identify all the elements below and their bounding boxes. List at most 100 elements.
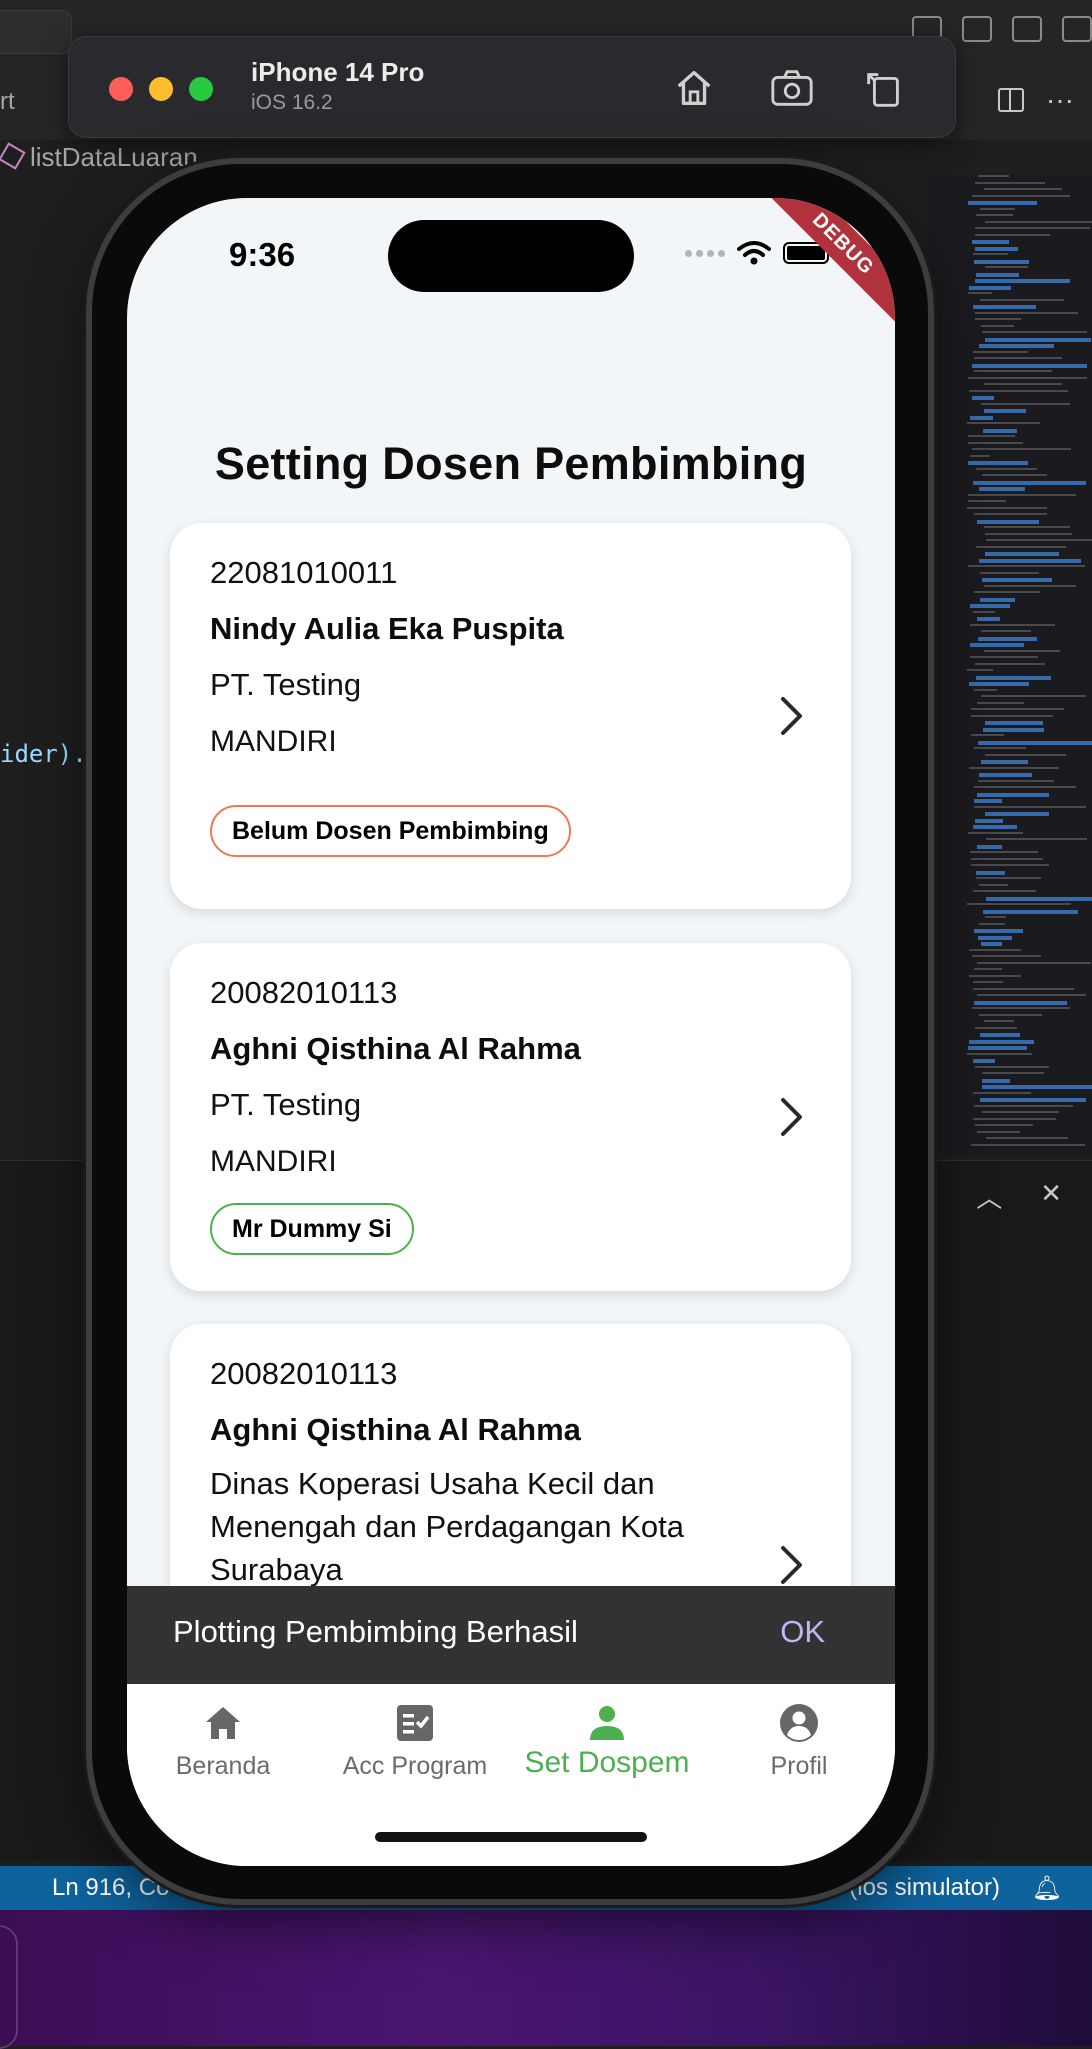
window-zoom-button[interactable] (189, 77, 213, 101)
nav-item-beranda[interactable]: Beranda (127, 1702, 319, 1781)
advisor-name-chip: Mr Dummy Si (210, 1203, 414, 1255)
chevron-right-icon[interactable] (779, 1544, 805, 1586)
layout-split-icon[interactable] (1012, 16, 1042, 42)
minimap-code-line (975, 233, 1050, 236)
split-editor-icon[interactable] (998, 88, 1025, 112)
chevron-right-icon[interactable] (779, 695, 805, 737)
minimap-code-line (985, 337, 1091, 342)
minimap-code-line (981, 402, 1070, 405)
minimap-code-line (969, 974, 1021, 977)
student-company: PT. Testing (210, 667, 362, 702)
minimap-code-line (973, 1091, 1031, 1094)
minimap-code-line (967, 669, 993, 671)
minimap-code-line (982, 474, 1047, 476)
nav-label: Acc Program (342, 1752, 488, 1780)
panel-tools: ≡ ︿ ✕ (923, 1178, 1062, 1215)
more-actions-icon[interactable]: ··· (1046, 84, 1074, 116)
status-target-device[interactable]: (ios simulator) (849, 1874, 1000, 1902)
notification-bell-icon[interactable]: 🔔︎ (1032, 1874, 1062, 1903)
cellular-signal-icon (685, 249, 725, 257)
minimap-code-line (979, 558, 1081, 563)
minimap-code-line (968, 1046, 1027, 1050)
minimap-code-line (973, 981, 1003, 983)
minimap-code-line (977, 701, 1024, 704)
minimap-code-line (972, 448, 1071, 450)
window-close-button[interactable] (109, 77, 133, 101)
snackbar-ok-button[interactable]: OK (780, 1614, 825, 1650)
ide-editor-actions: ··· (998, 84, 1074, 116)
window-minimize-button[interactable] (149, 77, 173, 101)
advisor-status-chip: Belum Dosen Pembimbing (210, 805, 571, 857)
person-icon (586, 1702, 628, 1744)
nav-item-profil[interactable]: Profil (703, 1702, 895, 1781)
minimap-code-line (968, 376, 1087, 379)
minimap-code-line (981, 942, 1002, 946)
minimap-code-line (977, 519, 1039, 524)
minimap-code-line (980, 571, 1039, 574)
home-button-icon[interactable] (671, 65, 717, 111)
close-panel-icon[interactable]: ✕ (1040, 1178, 1062, 1215)
device-name: iPhone 14 Pro (251, 57, 425, 87)
minimap-code-line (970, 643, 1024, 647)
ide-minimap[interactable] (927, 175, 1092, 1155)
minimap-code-line (968, 461, 1028, 465)
nav-item-acc-program[interactable]: Acc Program (319, 1702, 511, 1781)
minimap-code-line (968, 500, 1006, 502)
symbol-icon (0, 142, 26, 170)
minimap-code-line (974, 688, 997, 691)
student-card[interactable]: 22081010011 Nindy Aulia Eka Puspita PT. … (170, 523, 851, 909)
checklist-icon (394, 1702, 436, 1744)
chevron-up-icon[interactable]: ︿ (976, 1178, 1002, 1215)
minimap-code-line (974, 1104, 1073, 1107)
layout-panel-icon[interactable] (962, 16, 992, 42)
minimap-code-line (973, 987, 1074, 990)
minimap-code-line (968, 831, 1023, 834)
minimap-code-line (975, 318, 1021, 320)
minimap-code-line (985, 753, 1066, 756)
minimap-code-line (982, 1111, 1059, 1113)
minimap-code-line (986, 838, 1087, 840)
minimap-code-line (973, 253, 1008, 255)
layout-custom-icon[interactable] (1062, 16, 1092, 42)
minimap-code-line (974, 357, 1062, 359)
minimap-code-line (977, 792, 1049, 797)
minimap-code-line (970, 623, 1055, 626)
minimap-code-line (971, 714, 1053, 717)
status-line-column[interactable]: Ln 916, Co (52, 1874, 169, 1902)
minimap-code-line (979, 344, 1054, 348)
nav-item-set-dospem[interactable]: Set Dospem (511, 1702, 703, 1780)
minimap-code-line (977, 961, 1091, 964)
minimap-code-line (972, 1007, 1070, 1009)
minimap-code-line (976, 214, 1013, 216)
home-icon (202, 1702, 244, 1744)
minimap-code-line (977, 1130, 1020, 1133)
minimap-code-line (986, 1137, 1068, 1139)
student-card[interactable]: 20082010113 Aghni Qisthina Al Rahma PT. … (170, 943, 851, 1291)
minimap-code-line (984, 584, 1076, 587)
student-company: Dinas Koperasi Usaha Kecil dan Menengah … (210, 1466, 685, 1587)
minimap-code-line (979, 883, 1008, 886)
screenshot-camera-icon[interactable] (769, 65, 815, 111)
minimap-code-line (973, 480, 1086, 485)
ide-tab-fragment[interactable]: rt (0, 88, 15, 116)
minimap-code-line (984, 409, 1026, 413)
minimap-code-line (981, 630, 1031, 632)
minimap-code-line (977, 994, 1086, 996)
nav-label: Set Dospem (524, 1746, 690, 1779)
ide-breadcrumb[interactable]: listDataLuaran (0, 142, 198, 173)
minimap-code-line (978, 636, 1037, 641)
student-name: Aghni Qisthina Al Rahma (210, 1031, 581, 1066)
student-name: Nindy Aulia Eka Puspita (210, 611, 564, 646)
chevron-right-icon[interactable] (779, 1096, 805, 1138)
minimap-code-line (985, 916, 1006, 918)
desktop-wallpaper (0, 1910, 1092, 2046)
ide-search-field[interactable] (0, 10, 72, 54)
account-circle-icon (778, 1702, 820, 1744)
minimap-code-line (984, 383, 1062, 385)
minimap-code-line (971, 1143, 1085, 1146)
minimap-code-line (978, 740, 1092, 745)
minimap-code-line (975, 1065, 1049, 1068)
minimap-code-line (982, 1072, 1044, 1074)
rotate-device-icon[interactable] (861, 65, 907, 111)
simulator-toolbar: iPhone 14 Pro iOS 16.2 (68, 36, 956, 138)
